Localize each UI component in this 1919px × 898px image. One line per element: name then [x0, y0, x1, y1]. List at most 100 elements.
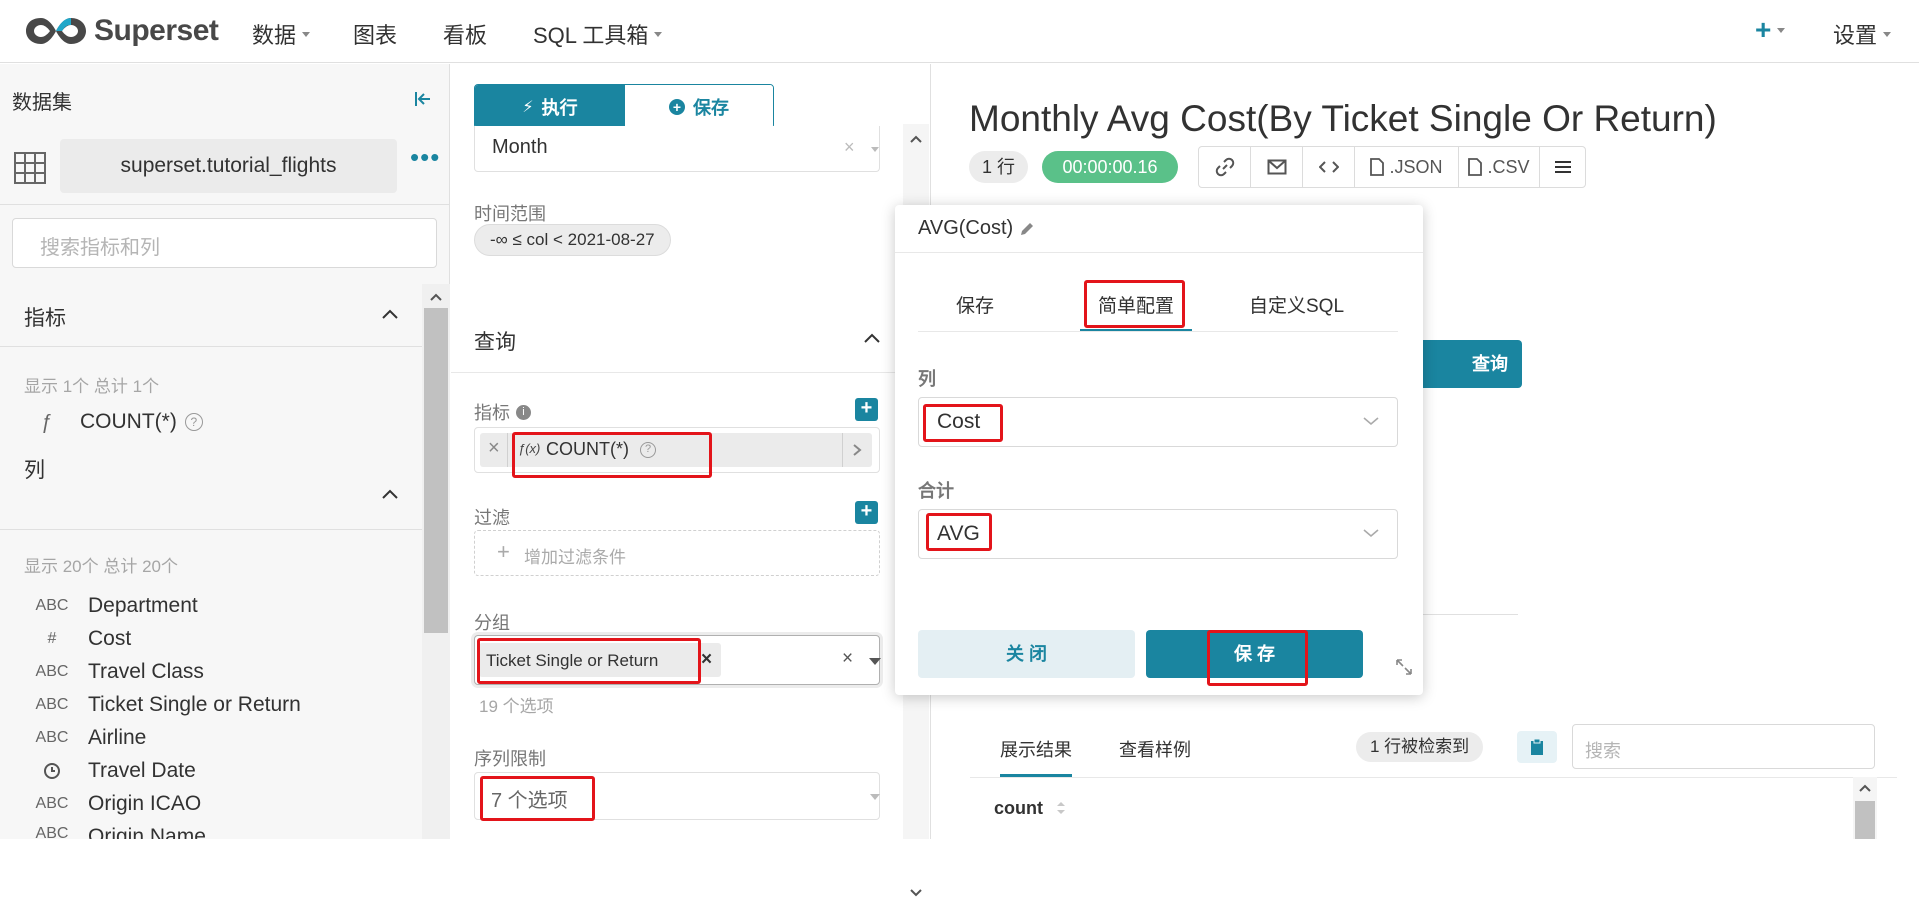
nav-data[interactable]: 数据: [252, 18, 311, 50]
numeric-type-icon: #: [47, 630, 57, 647]
run-button[interactable]: ⚡ 执行: [475, 85, 625, 128]
info-icon[interactable]: i: [516, 404, 531, 420]
columns-section-title: 列: [24, 459, 45, 482]
chevron-down-icon: [869, 658, 881, 665]
new-item-button[interactable]: +: [1755, 16, 1786, 44]
scrollbar[interactable]: [422, 284, 450, 839]
nav-dashboards[interactable]: 看板: [443, 18, 487, 50]
add-metric-button[interactable]: +: [855, 398, 878, 421]
settings-menu[interactable]: 设置: [1833, 18, 1892, 50]
column-item[interactable]: ABC Airline: [24, 726, 147, 750]
copy-results-button[interactable]: [1517, 731, 1557, 763]
filters-label: 过滤: [474, 508, 510, 528]
tab-simple[interactable]: 简单配置: [1098, 291, 1174, 318]
tab-samples[interactable]: 查看样例: [1119, 736, 1191, 762]
help-icon[interactable]: ?: [640, 442, 656, 458]
sort-icon[interactable]: [1056, 800, 1066, 816]
dataset-name[interactable]: superset.tutorial_flights: [60, 139, 397, 193]
export-csv-button[interactable]: .CSV: [1458, 146, 1540, 188]
dataset-panel-title: 数据集: [12, 92, 72, 114]
clear-icon[interactable]: ×: [844, 137, 855, 158]
remove-chip-icon[interactable]: ×: [701, 649, 712, 671]
metrics-count: 显示 1个 总计 1个: [24, 377, 160, 396]
tab-custom-sql[interactable]: 自定义SQL: [1249, 291, 1344, 318]
remove-icon[interactable]: ×: [488, 437, 500, 460]
popover-title[interactable]: AVG(Cost): [918, 217, 1035, 240]
dataset-grid-icon: [14, 152, 46, 184]
add-filter-button[interactable]: +: [855, 501, 878, 524]
clear-icon[interactable]: ×: [842, 648, 853, 670]
chevron-up-icon[interactable]: [381, 308, 399, 320]
resize-icon[interactable]: [1395, 658, 1413, 676]
scroll-up-icon[interactable]: [1858, 783, 1872, 793]
chevron-right-icon[interactable]: [852, 443, 862, 457]
column-item[interactable]: # Cost: [24, 627, 132, 651]
close-button[interactable]: 关 闭: [918, 630, 1135, 678]
plus-icon: +: [497, 539, 510, 564]
column-item[interactable]: ABC Ticket Single or Return: [24, 693, 301, 717]
scroll-up-icon[interactable]: [909, 134, 923, 144]
metric-chip-label: COUNT(*): [546, 439, 629, 459]
metric-chip[interactable]: × ƒ(x) COUNT(*) ?: [480, 433, 872, 467]
collapse-panel-icon[interactable]: [413, 90, 433, 108]
row-count-badge: 1 行: [969, 151, 1029, 183]
help-icon[interactable]: ?: [184, 413, 203, 431]
groupby-chip[interactable]: Ticket Single or Return ×: [479, 643, 721, 677]
add-filter-label: 增加过滤条件: [524, 548, 626, 567]
rows-retrieved-badge: 1 行被检索到: [1356, 732, 1484, 762]
column-item[interactable]: ABC Origin ICAO: [24, 792, 202, 816]
metric-item[interactable]: ƒ COUNT(*) ?: [24, 410, 203, 434]
nav-charts-label: 图表: [353, 23, 398, 48]
scrollbar-thumb[interactable]: [424, 308, 448, 633]
metric-edit-popover: AVG(Cost) 保存 简单配置 自定义SQL 列 Cost 合计 AVG 关…: [895, 205, 1423, 695]
results-search-input[interactable]: 搜索: [1572, 724, 1875, 769]
dataset-more-icon[interactable]: •••: [410, 144, 440, 170]
time-range-value[interactable]: -∞ ≤ col < 2021-08-27: [474, 224, 671, 256]
function-icon: ƒ: [40, 410, 52, 433]
string-type-icon: ABC: [35, 729, 69, 746]
chevron-up-icon[interactable]: [863, 332, 881, 344]
column-item[interactable]: Travel Date: [24, 759, 196, 783]
scroll-up-icon[interactable]: [429, 292, 443, 302]
edit-pencil-icon[interactable]: [1019, 221, 1035, 237]
tab-saved[interactable]: 保存: [956, 291, 994, 318]
divider: [0, 529, 422, 530]
embed-code-button[interactable]: [1302, 146, 1355, 188]
brand-logo[interactable]: Superset: [24, 12, 219, 50]
save-metric-button[interactable]: 保 存: [1146, 630, 1363, 678]
export-json-button[interactable]: .JSON: [1354, 146, 1459, 188]
string-type-icon: ABC: [35, 795, 69, 812]
metrics-columns-search-input[interactable]: 搜索指标和列: [12, 218, 437, 268]
scroll-down-icon[interactable]: [909, 888, 923, 898]
results-scrollbar[interactable]: [1853, 777, 1877, 839]
aggregate-select[interactable]: AVG: [918, 509, 1398, 559]
nav-charts[interactable]: 图表: [353, 18, 397, 50]
export-json-label: .JSON: [1389, 156, 1443, 177]
column-item-label: Cost: [88, 627, 132, 650]
clipboard-icon: [1531, 738, 1543, 755]
column-item[interactable]: ABC Department: [24, 594, 198, 618]
scrollbar-thumb[interactable]: [1855, 801, 1875, 839]
email-button[interactable]: [1250, 146, 1303, 188]
superset-logo-icon: [26, 18, 86, 44]
column-item-label: Origin Name: [88, 825, 206, 839]
groupby-control[interactable]: Ticket Single or Return × ×: [474, 635, 881, 685]
series-limit-select[interactable]: 7 个选项: [474, 772, 880, 820]
more-options-button[interactable]: [1539, 146, 1586, 188]
column-item[interactable]: ABC Travel Class: [24, 660, 204, 684]
copy-link-button[interactable]: [1198, 146, 1251, 188]
tab-results[interactable]: 展示结果: [1000, 736, 1072, 762]
nav-sql-lab[interactable]: SQL 工具箱: [533, 18, 663, 50]
chart-title[interactable]: Monthly Avg Cost(By Ticket Single Or Ret…: [969, 98, 1717, 140]
table-column-header[interactable]: count: [994, 798, 1043, 819]
chevron-up-icon[interactable]: [381, 488, 399, 500]
control-panel: ⚡ 执行 + 保存 Month × 时间范围 -∞ ≤ col < 2021-08-…: [451, 64, 931, 897]
run-query-button[interactable]: 查询: [1418, 340, 1522, 388]
column-select[interactable]: Cost: [918, 397, 1398, 447]
column-item[interactable]: ABC Origin Name: [24, 825, 206, 839]
metrics-section-title: 指标: [24, 307, 66, 330]
time-grain-select[interactable]: Month ×: [474, 126, 880, 172]
add-filter-box[interactable]: + 增加过滤条件: [474, 530, 880, 576]
query-time-badge: 00:00:00.16: [1042, 151, 1178, 183]
save-chart-button[interactable]: + 保存: [625, 85, 773, 128]
